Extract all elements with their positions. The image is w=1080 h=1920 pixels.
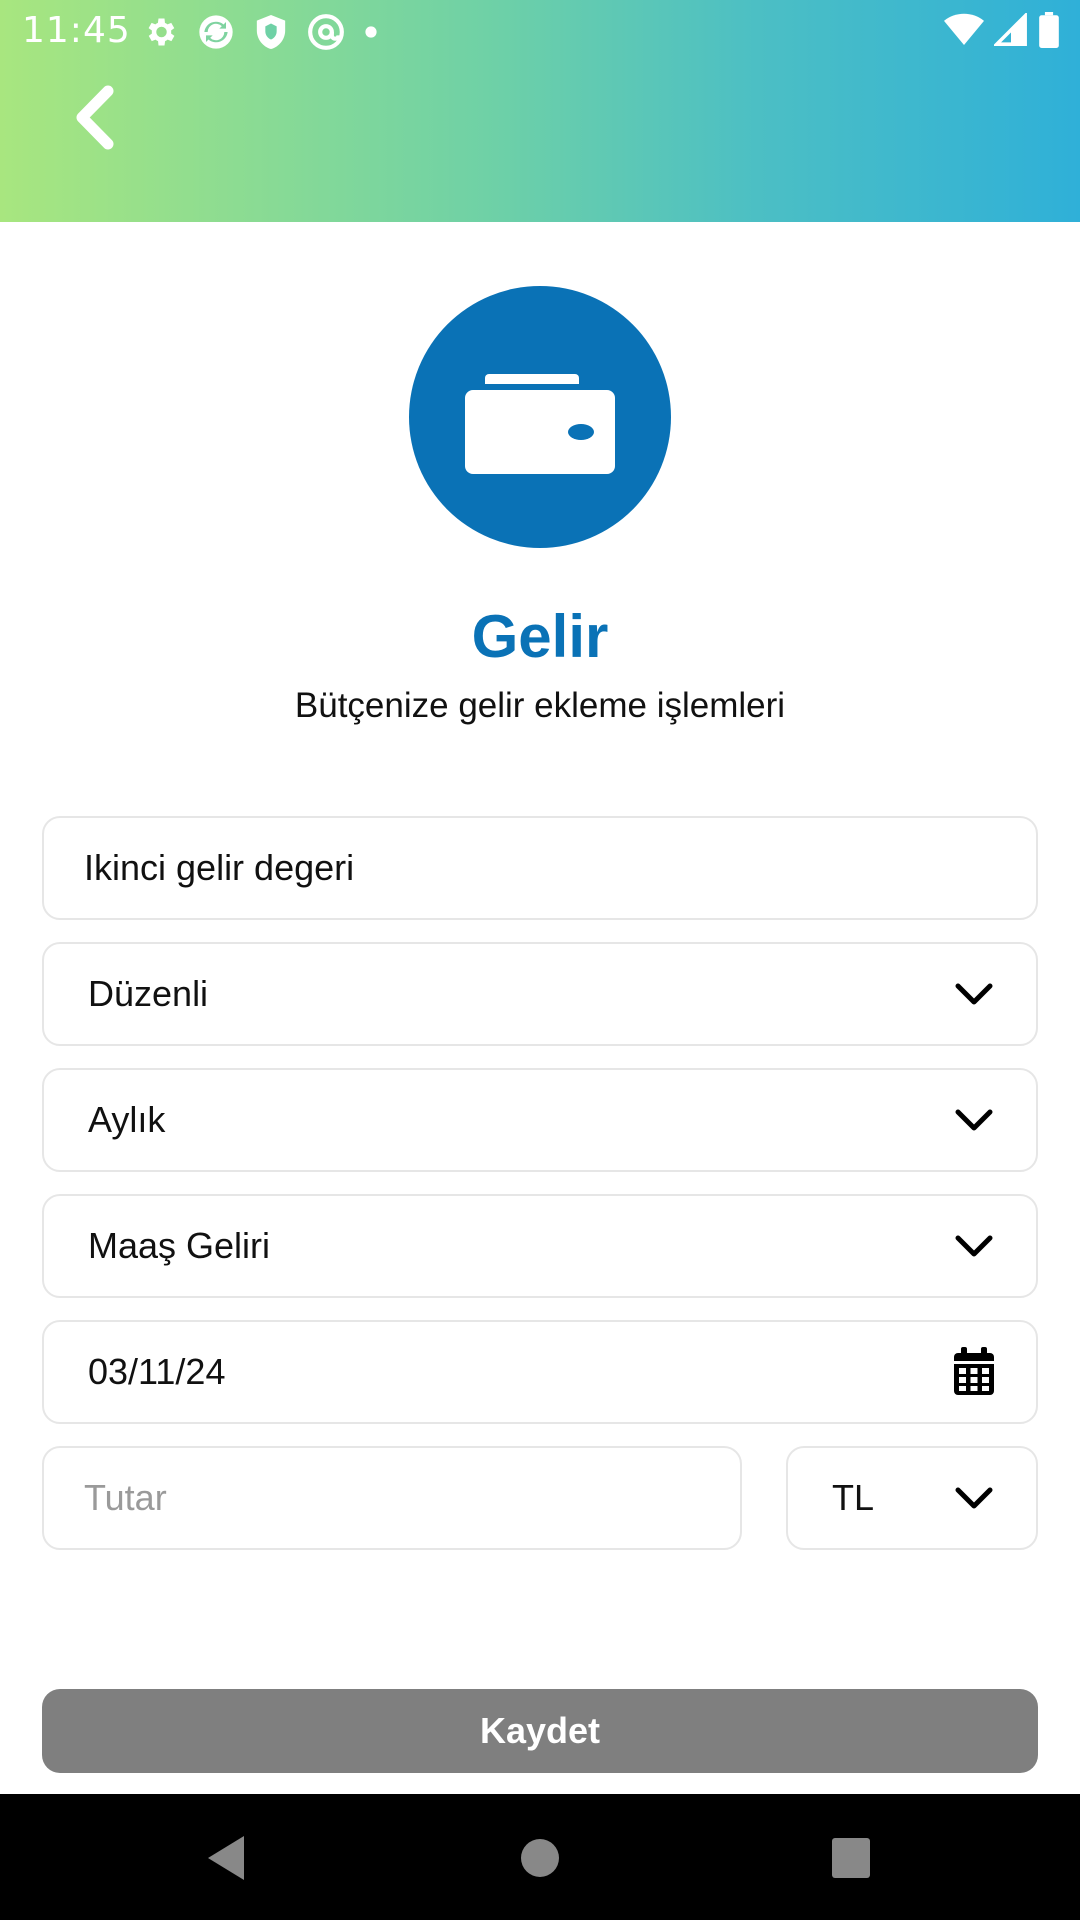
at-icon [306, 12, 346, 57]
signal-icon [992, 11, 1028, 52]
app-header: 11:45 [0, 0, 1080, 222]
page-title: Gelir [471, 603, 609, 670]
settings-icon [142, 14, 178, 55]
calendar-icon[interactable] [952, 1347, 996, 1397]
chevron-down-icon [955, 983, 993, 1005]
home-circle-icon [521, 1839, 559, 1877]
save-button[interactable]: Kaydet [42, 1689, 1038, 1773]
amount-placeholder: Tutar [84, 1477, 167, 1518]
status-time: 11:45 [22, 10, 131, 51]
back-button[interactable] [70, 85, 120, 150]
category-select[interactable]: Maaş Geliri [42, 1194, 1038, 1298]
date-value: 03/11/24 [88, 1351, 226, 1392]
battery-icon [1038, 12, 1060, 53]
currency-select-value: TL [832, 1477, 875, 1518]
nav-back-button[interactable] [204, 1834, 248, 1887]
system-nav-bar [0, 1794, 1080, 1920]
nav-recents-button[interactable] [830, 1834, 872, 1887]
period-select[interactable]: Aylık [42, 1068, 1038, 1172]
nav-home-button[interactable] [520, 1834, 560, 1887]
category-select-value: Maaş Geliri [88, 1225, 271, 1266]
wifi-icon [944, 13, 984, 52]
chevron-down-icon [955, 1487, 993, 1509]
back-triangle-icon [208, 1836, 244, 1880]
recents-square-icon [832, 1838, 870, 1878]
save-button-label: Kaydet [479, 1710, 601, 1751]
status-bar: 11:45 [0, 0, 1080, 64]
type-select[interactable]: Düzenli [42, 942, 1038, 1046]
status-icons-right [944, 11, 1060, 53]
description-value: Ikinci gelir degeri [84, 847, 355, 888]
chevron-left-icon [76, 85, 114, 150]
sync-icon [196, 12, 236, 57]
description-input[interactable]: Ikinci gelir degeri [42, 816, 1038, 920]
currency-select[interactable]: TL [786, 1446, 1038, 1550]
wallet-icon-circle [409, 286, 671, 548]
chevron-down-icon [955, 1235, 993, 1257]
type-select-value: Düzenli [88, 973, 209, 1014]
shield-icon [254, 13, 288, 56]
page-subtitle: Bütçenize gelir ekleme işlemleri [294, 686, 786, 725]
period-select-value: Aylık [88, 1099, 166, 1140]
dot-icon [364, 25, 378, 44]
wallet-icon [465, 374, 615, 474]
date-field[interactable]: 03/11/24 [42, 1320, 1038, 1424]
chevron-down-icon [955, 1109, 993, 1131]
status-icons-left [142, 12, 378, 57]
amount-input[interactable]: Tutar [42, 1446, 742, 1550]
